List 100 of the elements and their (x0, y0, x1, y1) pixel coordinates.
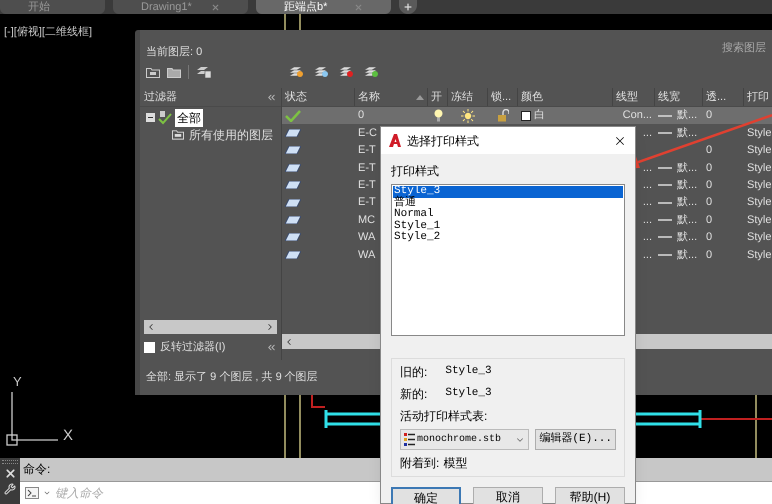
lineweight-text: 默... (677, 248, 698, 263)
style-listbox[interactable]: Style_3 普通 Normal Style_1 Style_2 (391, 184, 625, 336)
new-filter-icon[interactable] (146, 66, 160, 78)
lineweight-text: 默... (677, 212, 698, 228)
checkbox[interactable] (144, 342, 155, 352)
lineweight-text: 默... (677, 178, 698, 193)
plot-style-text: Style (747, 195, 772, 210)
search-field[interactable]: 搜索图层 (722, 40, 772, 56)
dialog-button[interactable]: 确定 (391, 487, 461, 504)
horizontal-scrollbar[interactable] (144, 320, 277, 334)
layer-name: E-T (358, 143, 376, 158)
checkmark-icon (285, 110, 301, 122)
line-sample-icon (658, 235, 672, 240)
plot-style-text: Style (747, 248, 772, 263)
caret-icon[interactable] (43, 489, 51, 497)
table-label: 活动打印样式表: (400, 408, 488, 425)
set-current-icon[interactable] (363, 66, 379, 78)
document-tab[interactable]: 距端点b* (256, 0, 391, 14)
lineweight-text: 默... (677, 126, 698, 141)
plot-table-dropdown[interactable]: monochrome.stb (400, 429, 530, 450)
axis-label: X (63, 427, 74, 444)
column-header[interactable]: 颜色 (518, 88, 613, 106)
layer-icon (285, 198, 301, 207)
layer-name: 0 (358, 108, 364, 124)
line-sample-icon (658, 166, 672, 170)
line-sample-icon (658, 200, 672, 205)
column-header[interactable]: 透... (703, 88, 744, 106)
lineweight-text: 默... (677, 195, 698, 210)
linetype-text: ... (642, 230, 652, 246)
editor-button[interactable]: 编辑器(E)... (535, 429, 616, 450)
layer-icon (285, 164, 301, 172)
new-value: Style_3 (445, 386, 492, 401)
column-header[interactable]: 开 (428, 88, 448, 106)
folder-icon[interactable] (167, 66, 181, 78)
column-header[interactable]: 打印 (744, 88, 772, 106)
filter-item[interactable]: 所有使用的图层 (187, 126, 275, 144)
column-header[interactable]: 状态 (282, 88, 355, 106)
folder-icon (172, 129, 184, 140)
transparency-text: 0 (706, 212, 712, 228)
new-layer-frozen-icon[interactable] (313, 66, 329, 78)
viewport-label[interactable]: [-][俯视][二维线框] (4, 24, 92, 40)
prompt-icon[interactable] (25, 487, 39, 499)
app-logo-icon (389, 134, 401, 147)
layer-icon (285, 129, 301, 138)
layer-name: WA (358, 230, 376, 246)
layer-icon (285, 181, 301, 190)
line-sample-icon (658, 218, 672, 222)
plot-style-text: Style (747, 178, 772, 193)
style-option[interactable]: Style_2 (393, 232, 623, 244)
transparency-text: 0 (706, 230, 712, 246)
linetype-text: ... (642, 195, 652, 210)
color-swatch[interactable] (521, 110, 531, 121)
linetype-text: ... (642, 248, 652, 263)
column-header[interactable]: 线宽 (655, 88, 703, 106)
transparency-text: 0 (706, 143, 712, 158)
collapse-icon[interactable] (266, 342, 277, 352)
column-header[interactable]: 冻结 (448, 88, 488, 106)
old-label: 旧的: (400, 364, 428, 381)
column-header[interactable]: 锁... (488, 88, 518, 106)
new-tab-button[interactable] (399, 0, 417, 14)
style-option[interactable]: 普通 (393, 198, 623, 209)
wrench-icon[interactable] (4, 483, 16, 495)
lineweight-text: 默... (677, 230, 698, 246)
style-option[interactable]: Normal (393, 209, 623, 220)
lightbulb-icon[interactable] (434, 109, 442, 122)
layer-name: E-T (358, 160, 376, 176)
layer-name: WA (358, 248, 376, 263)
column-header[interactable]: 名称 (355, 88, 428, 106)
attached-value: 模型 (443, 455, 468, 472)
close-icon[interactable] (4, 467, 16, 480)
linetype-text: ... (642, 126, 652, 141)
column-header[interactable]: 线型 (613, 88, 655, 106)
new-layer-icon[interactable] (288, 66, 304, 78)
plus-icon (403, 2, 413, 12)
layer-row[interactable]: 0 白 Con... 默... 0 (282, 107, 772, 124)
attached-label: 附着到: (400, 455, 440, 472)
collapse-icon[interactable] (146, 113, 155, 122)
filter-check-icon (158, 110, 172, 124)
delete-layer-icon[interactable] (338, 66, 354, 78)
plot-style-text: Style (747, 230, 772, 246)
dialog-button[interactable]: 帮助(H) (555, 487, 625, 504)
layer-icon (285, 216, 301, 224)
collapse-icon[interactable] (266, 92, 277, 102)
dialog-button[interactable]: 取消 (473, 487, 543, 504)
command-label: 命令: (23, 461, 50, 478)
transparency-text: 0 (706, 178, 712, 193)
plot-style-text: Style (747, 126, 772, 141)
transparency-text: 0 (706, 108, 712, 124)
lineweight-text: 默... (677, 108, 698, 124)
style-option[interactable]: Style_1 (393, 220, 623, 232)
layer-icon (285, 233, 301, 242)
layer-name: E-T (358, 178, 376, 193)
list-label: 打印样式 (391, 163, 440, 180)
filter-item[interactable]: 全部 (175, 108, 203, 126)
plot-table-icon (404, 433, 415, 446)
layer-states-icon[interactable] (196, 66, 211, 78)
filter-title: 过滤器 (144, 90, 177, 105)
sun-icon[interactable] (461, 108, 475, 123)
unlock-icon[interactable] (497, 109, 509, 122)
linetype-text: ... (642, 178, 652, 193)
